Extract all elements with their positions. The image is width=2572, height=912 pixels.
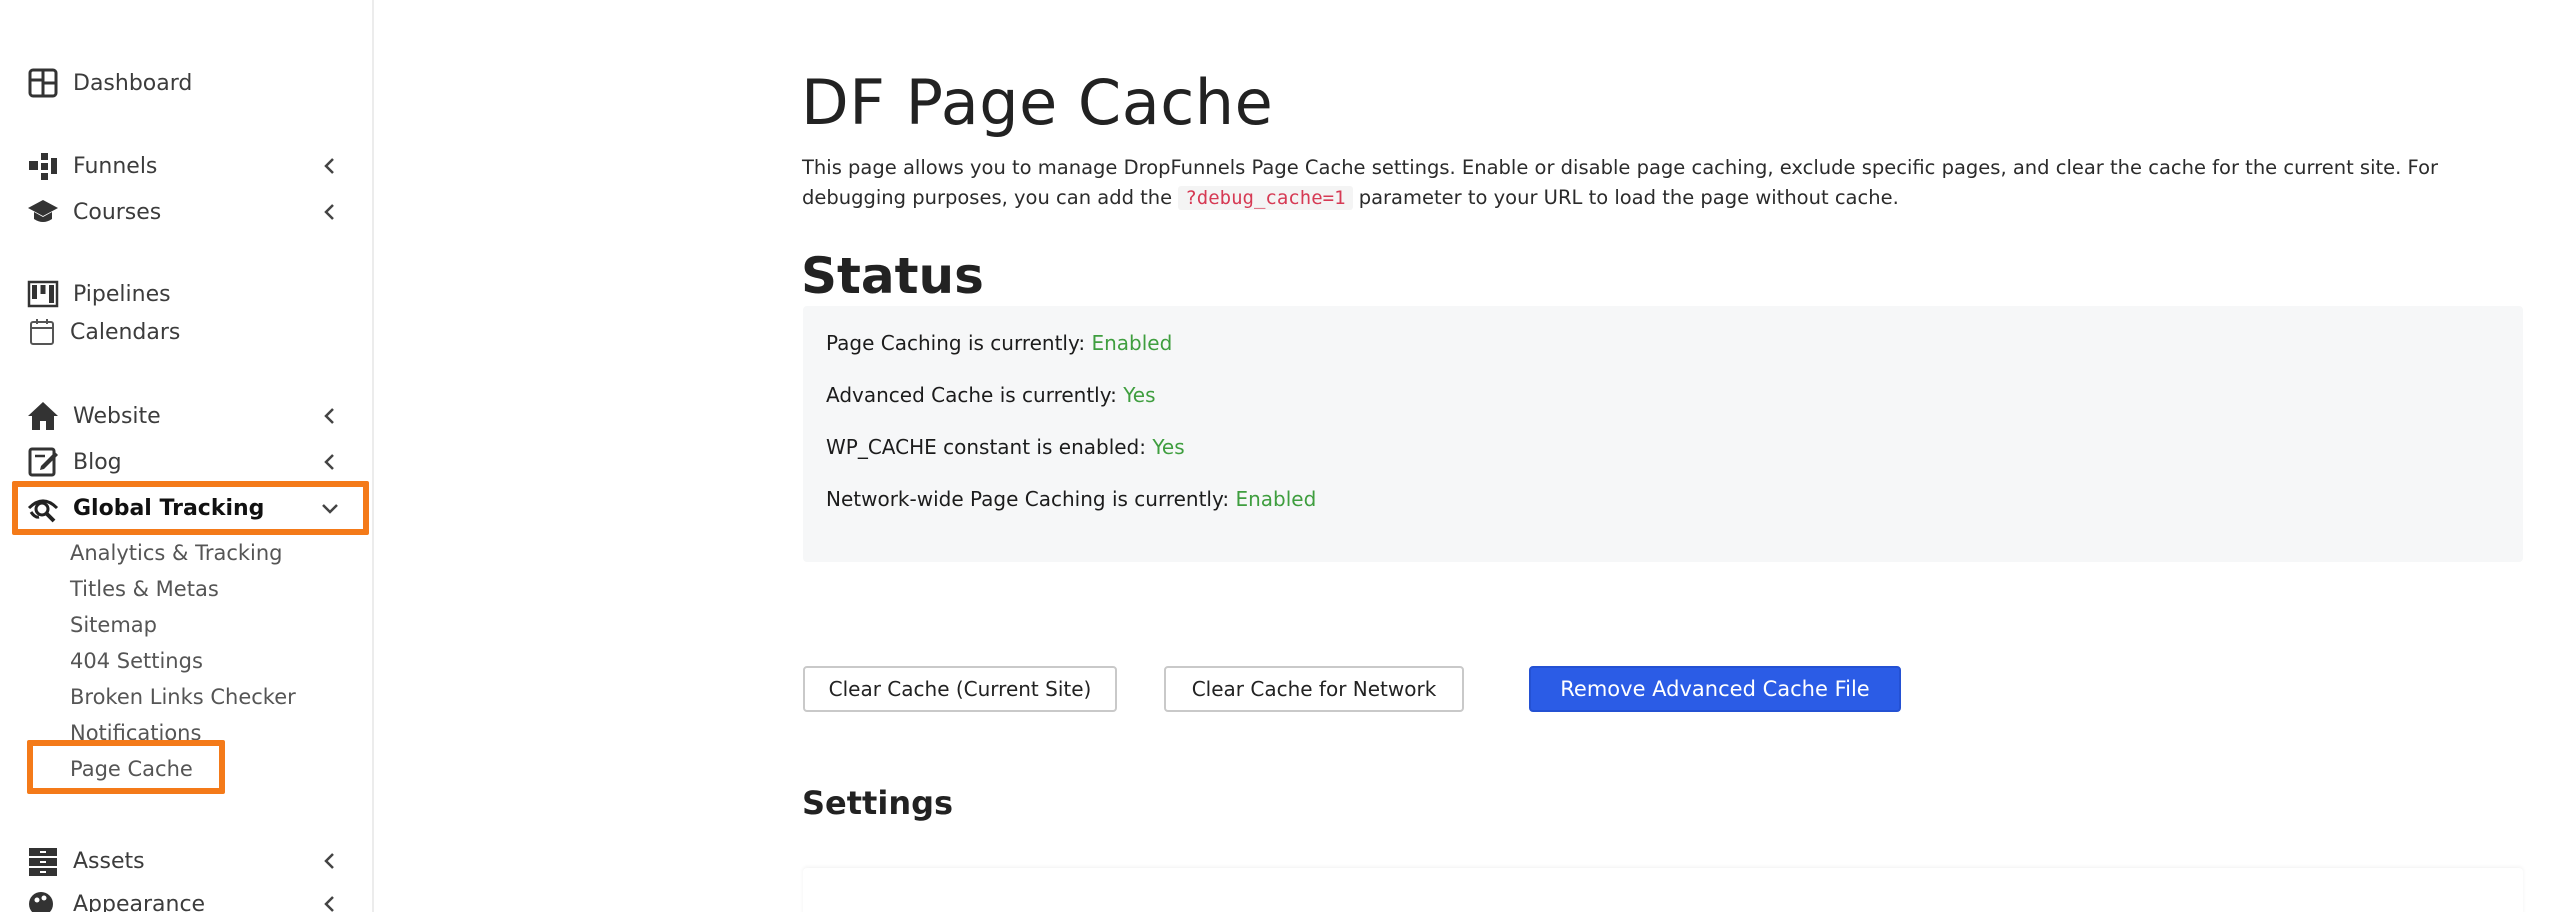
- sidebar-item-label: Appearance: [73, 891, 206, 912]
- funnels-icon: [29, 153, 57, 180]
- clear-cache-network-button[interactable]: Clear Cache for Network: [1164, 666, 1464, 712]
- settings-heading: Settings: [802, 784, 954, 822]
- sidebar-subitem-sitemap[interactable]: Sitemap: [70, 609, 157, 641]
- courses-icon: [28, 200, 58, 222]
- sidebar-item-pipelines[interactable]: Pipelines: [0, 274, 374, 314]
- tracking-icon: [27, 499, 59, 523]
- sidebar-item-assets[interactable]: Assets: [0, 841, 374, 881]
- status-wp-cache: WP_CACHE constant is enabled: Yes: [826, 435, 1185, 459]
- sidebar-item-label: Pipelines: [73, 281, 171, 307]
- sidebar-item-dashboard[interactable]: Dashboard: [0, 63, 374, 103]
- pipelines-icon: [27, 280, 59, 308]
- sidebar-item-label: Calendars: [70, 319, 181, 345]
- sidebar-item-courses[interactable]: Courses: [0, 192, 374, 232]
- sidebar-item-label: Global Tracking: [73, 495, 265, 521]
- page-title: DF Page Cache: [801, 66, 1274, 139]
- sidebar-item-label: Blog: [73, 449, 122, 475]
- clear-cache-current-site-button[interactable]: Clear Cache (Current Site): [803, 666, 1117, 712]
- debug-param-code: ?debug_cache=1: [1178, 186, 1353, 210]
- status-heading: Status: [801, 247, 984, 305]
- status-label: WP_CACHE constant is enabled:: [826, 435, 1153, 459]
- appearance-icon: [29, 892, 53, 912]
- sidebar: Dashboard Funnels Courses Pipelines Cale…: [0, 0, 374, 912]
- status-label: Page Caching is currently:: [826, 331, 1092, 355]
- sidebar-subitem-analytics-tracking[interactable]: Analytics & Tracking: [70, 537, 283, 569]
- chevron-down-icon: [322, 504, 338, 514]
- sidebar-item-label: Website: [73, 403, 161, 429]
- sidebar-item-calendars[interactable]: Calendars: [0, 312, 374, 352]
- chevron-left-icon: [324, 204, 334, 220]
- sidebar-subitem-404-settings[interactable]: 404 Settings: [70, 645, 203, 677]
- chevron-left-icon: [324, 454, 334, 470]
- sidebar-item-global-tracking[interactable]: Global Tracking: [0, 488, 374, 528]
- sidebar-item-label: Funnels: [73, 153, 158, 179]
- status-advanced-cache: Advanced Cache is currently: Yes: [826, 383, 1156, 407]
- sidebar-subitem-page-cache[interactable]: Page Cache: [70, 753, 193, 785]
- sidebar-item-label: Dashboard: [73, 70, 193, 96]
- status-value: Yes: [1123, 383, 1156, 407]
- sidebar-item-funnels[interactable]: Funnels: [0, 146, 374, 186]
- status-page-caching: Page Caching is currently: Enabled: [826, 331, 1172, 355]
- sidebar-item-label: Courses: [73, 199, 162, 225]
- sidebar-item-label: Assets: [73, 848, 145, 874]
- status-network-caching: Network-wide Page Caching is currently: …: [826, 487, 1316, 511]
- status-label: Network-wide Page Caching is currently:: [826, 487, 1236, 511]
- sidebar-subitem-broken-links-checker[interactable]: Broken Links Checker: [70, 681, 296, 713]
- calendar-icon: [30, 319, 54, 345]
- assets-icon: [29, 848, 57, 876]
- settings-panel: [803, 868, 2523, 912]
- status-value: Enabled: [1091, 331, 1173, 355]
- home-icon: [28, 402, 58, 430]
- blog-icon: [28, 447, 58, 477]
- page-description: This page allows you to manage DropFunne…: [802, 153, 2442, 213]
- sidebar-item-website[interactable]: Website: [0, 396, 374, 436]
- status-label: Advanced Cache is currently:: [826, 383, 1124, 407]
- chevron-left-icon: [324, 158, 334, 174]
- status-value: Enabled: [1235, 487, 1317, 511]
- sidebar-item-blog[interactable]: Blog: [0, 442, 374, 482]
- sidebar-item-appearance[interactable]: Appearance: [0, 884, 374, 912]
- remove-advanced-cache-button[interactable]: Remove Advanced Cache File: [1529, 666, 1901, 712]
- status-value: Yes: [1152, 435, 1185, 459]
- chevron-left-icon: [324, 408, 334, 424]
- intro-text-end: parameter to your URL to load the page w…: [1352, 186, 1899, 209]
- sidebar-subitem-titles-metas[interactable]: Titles & Metas: [70, 573, 219, 605]
- chevron-left-icon: [324, 896, 334, 912]
- dashboard-icon: [28, 68, 58, 98]
- chevron-left-icon: [324, 853, 334, 869]
